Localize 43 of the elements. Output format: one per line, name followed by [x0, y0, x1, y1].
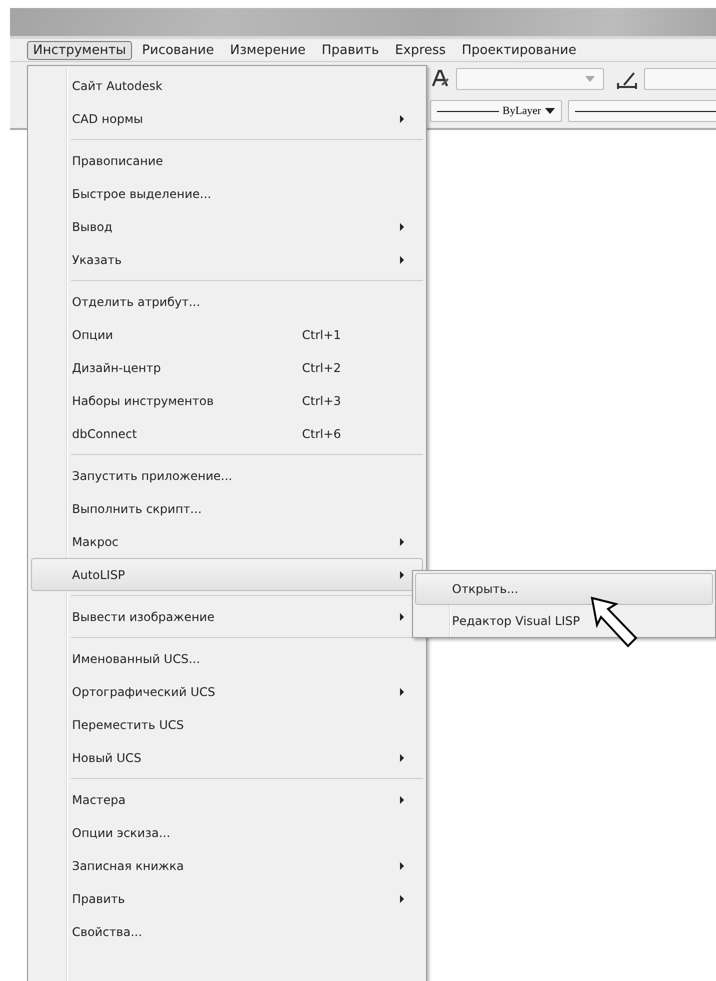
menu-item[interactable]: Мастера	[31, 783, 423, 816]
menu-item[interactable]: Править	[31, 882, 423, 915]
menu-bar-item[interactable]: Измерение	[224, 40, 312, 60]
menu-item[interactable]: Опции Ctrl+1	[31, 318, 423, 351]
menu-item[interactable]: Вывод	[31, 210, 423, 243]
menu-item[interactable]: Сайт Autodesk	[31, 69, 423, 102]
caret-icon	[585, 76, 595, 82]
menu-item[interactable]: Выполнить скрипт...	[31, 492, 423, 525]
menu-item[interactable]: Именованный UCS...	[31, 642, 423, 675]
cursor-icon	[590, 596, 640, 648]
shortcut-label: Ctrl+6	[302, 426, 342, 440]
shortcut-label: Ctrl+1	[302, 328, 342, 342]
menu-item[interactable]: Открыть...	[415, 573, 713, 605]
menu-item[interactable]: Правописание	[31, 144, 423, 177]
menu-item[interactable]: Наборы инструментов Ctrl+3	[31, 384, 423, 417]
menu-bar-item[interactable]: Проектирование	[456, 40, 582, 60]
menu-bar-item[interactable]: Express	[388, 40, 452, 60]
menu-bar-item[interactable]: Инструменты	[27, 40, 132, 60]
caret-icon	[545, 108, 555, 114]
menu-item[interactable]: Запустить приложение...	[31, 459, 423, 492]
menu-item[interactable]: Ортографический UCS	[31, 675, 423, 708]
shortcut-label: Ctrl+2	[302, 360, 342, 374]
menu-bar-item[interactable]: Править	[316, 40, 385, 60]
menu-item[interactable]: Свойства...	[31, 915, 423, 948]
lineweight-dropdown[interactable]	[568, 100, 716, 122]
menu-item[interactable]: Отделить атрибут...	[31, 285, 423, 318]
menu-item[interactable]: CAD нормы	[31, 102, 423, 135]
menu-bar-item[interactable]: Рисование	[136, 40, 220, 60]
menu-item[interactable]: Макрос	[31, 525, 423, 558]
menu-item[interactable]: Опции эскиза...	[31, 816, 423, 849]
shortcut-label: Ctrl+3	[302, 394, 342, 408]
menu-item[interactable]: dbConnect Ctrl+6	[31, 417, 423, 450]
menu-item[interactable]: Быстрое выделение...	[31, 177, 423, 210]
linetype-label: ByLayer	[502, 105, 541, 117]
menu-item[interactable]: Записная книжка	[31, 849, 423, 882]
text-style-icon[interactable]	[430, 69, 450, 89]
linetype-dropdown[interactable]: ByLayer	[430, 100, 562, 122]
menu-item[interactable]: Переместить UCS	[31, 708, 423, 741]
menu-item[interactable]: AutoLISP	[31, 558, 423, 591]
menu-item[interactable]: Новый UCS	[31, 741, 423, 774]
dropdown-field[interactable]	[456, 68, 604, 90]
menu-item[interactable]: Указать	[31, 243, 423, 276]
menu-item[interactable]: Дизайн-центр Ctrl+2	[31, 351, 423, 384]
